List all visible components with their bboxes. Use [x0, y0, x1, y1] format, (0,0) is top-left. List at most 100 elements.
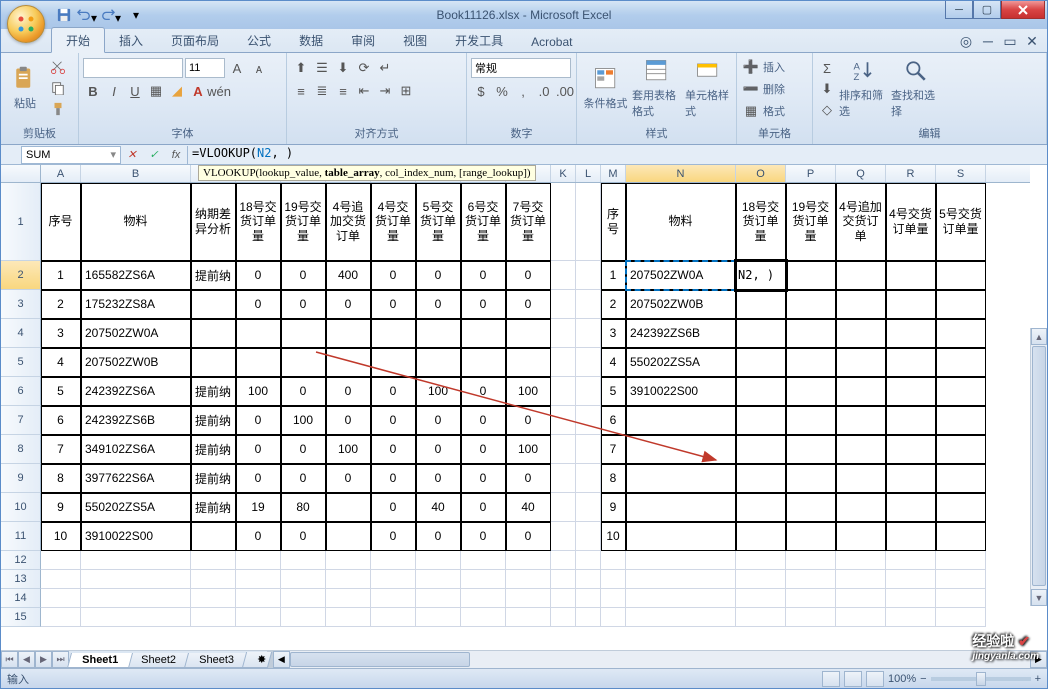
cell-I13[interactable] [461, 570, 506, 589]
cell-S12[interactable] [936, 551, 986, 570]
cell-A7[interactable]: 6 [41, 406, 81, 435]
cell-N13[interactable] [626, 570, 736, 589]
conditional-formatting-button[interactable]: 条件格式 [581, 55, 630, 121]
cell-S13[interactable] [936, 570, 986, 589]
cell-A3[interactable]: 2 [41, 290, 81, 319]
row-header-9[interactable]: 9 [1, 464, 41, 493]
save-button[interactable] [53, 4, 75, 26]
col-header-O[interactable]: O [736, 165, 786, 182]
sheet-tab-2[interactable]: Sheet2 [126, 653, 191, 668]
cell-I15[interactable] [461, 608, 506, 627]
cell-S14[interactable] [936, 589, 986, 608]
cell-E7[interactable]: 100 [281, 406, 326, 435]
scroll-left-button[interactable]: ◀ [273, 651, 290, 668]
cell-H1[interactable]: 5号交货订单量 [416, 183, 461, 261]
paste-button[interactable]: 粘贴 [5, 55, 45, 121]
cell-Q1[interactable]: 4号追加交货订单 [836, 183, 886, 261]
scroll-up-button[interactable]: ▲ [1031, 328, 1047, 345]
cell-N2[interactable]: 207502ZW0A [626, 261, 736, 290]
cell-O13[interactable] [736, 570, 786, 589]
cell-Q15[interactable] [836, 608, 886, 627]
cell-K1[interactable] [551, 183, 576, 261]
cell-D15[interactable] [236, 608, 281, 627]
cell-C8[interactable]: 提前纳 [191, 435, 236, 464]
cell-E8[interactable]: 0 [281, 435, 326, 464]
cell-C4[interactable] [191, 319, 236, 348]
delete-cells-button[interactable]: ➖删除 [741, 79, 785, 99]
col-header-P[interactable]: P [786, 165, 836, 182]
cell-C2[interactable]: 提前纳 [191, 261, 236, 290]
cell-P13[interactable] [786, 570, 836, 589]
font-color-button[interactable]: A [188, 81, 208, 101]
cell-I5[interactable] [461, 348, 506, 377]
find-select-button[interactable]: 查找和选择 [891, 55, 941, 121]
cell-J13[interactable] [506, 570, 551, 589]
tab-next-button[interactable]: ▶ [35, 651, 52, 668]
row-header-14[interactable]: 14 [1, 589, 41, 608]
cell-C12[interactable] [191, 551, 236, 570]
zoom-in-button[interactable]: + [1035, 673, 1041, 685]
ribbon-close-button[interactable]: ✕ [1023, 33, 1041, 49]
cell-I10[interactable]: 0 [461, 493, 506, 522]
cell-N14[interactable] [626, 589, 736, 608]
cell-H2[interactable]: 0 [416, 261, 461, 290]
cell-E9[interactable]: 0 [281, 464, 326, 493]
cell-P9[interactable] [786, 464, 836, 493]
cell-H9[interactable]: 0 [416, 464, 461, 493]
cell-D6[interactable]: 100 [236, 377, 281, 406]
cell-J10[interactable]: 40 [506, 493, 551, 522]
cell-K15[interactable] [551, 608, 576, 627]
currency-button[interactable]: $ [471, 81, 491, 101]
col-header-S[interactable]: S [936, 165, 986, 182]
tab-insert[interactable]: 插入 [105, 28, 157, 52]
font-name-combo[interactable] [83, 58, 183, 78]
cell-B10[interactable]: 550202ZS5A [81, 493, 191, 522]
cell-O9[interactable] [736, 464, 786, 493]
cell-Q11[interactable] [836, 522, 886, 551]
cell-O8[interactable] [736, 435, 786, 464]
cell-J5[interactable] [506, 348, 551, 377]
cell-D2[interactable]: 0 [236, 261, 281, 290]
cell-A10[interactable]: 9 [41, 493, 81, 522]
italic-button[interactable]: I [104, 81, 124, 101]
increase-decimal-button[interactable]: .0 [534, 81, 554, 101]
sort-filter-button[interactable]: AZ排序和筛选 [839, 55, 889, 121]
cell-I7[interactable]: 0 [461, 406, 506, 435]
cell-A2[interactable]: 1 [41, 261, 81, 290]
cell-B15[interactable] [81, 608, 191, 627]
shrink-font-button[interactable]: ᴀ [249, 58, 269, 78]
cell-N1[interactable]: 物料 [626, 183, 736, 261]
cell-I12[interactable] [461, 551, 506, 570]
cell-J11[interactable]: 0 [506, 522, 551, 551]
cell-N4[interactable]: 242392ZS6B [626, 319, 736, 348]
cell-I9[interactable]: 0 [461, 464, 506, 493]
cell-G12[interactable] [371, 551, 416, 570]
cell-R14[interactable] [886, 589, 936, 608]
format-cells-button[interactable]: ▦格式 [741, 101, 785, 121]
cell-M12[interactable] [601, 551, 626, 570]
maximize-button[interactable]: ▢ [973, 1, 1001, 19]
cell-R4[interactable] [886, 319, 936, 348]
orientation-button[interactable]: ⟳ [354, 58, 374, 78]
sheet-tab-3[interactable]: Sheet3 [184, 653, 249, 668]
cell-D12[interactable] [236, 551, 281, 570]
cell-A5[interactable]: 4 [41, 348, 81, 377]
row-header-5[interactable]: 5 [1, 348, 41, 377]
cell-J12[interactable] [506, 551, 551, 570]
vertical-scrollbar[interactable]: ▲ ▼ [1030, 328, 1047, 606]
cell-R10[interactable] [886, 493, 936, 522]
cell-E4[interactable] [281, 319, 326, 348]
zoom-thumb[interactable] [976, 672, 986, 686]
cell-O11[interactable] [736, 522, 786, 551]
select-all-corner[interactable] [1, 165, 41, 183]
cell-K11[interactable] [551, 522, 576, 551]
cell-P11[interactable] [786, 522, 836, 551]
cell-N12[interactable] [626, 551, 736, 570]
normal-view-button[interactable] [822, 671, 840, 687]
cell-M5[interactable]: 4 [601, 348, 626, 377]
new-sheet-button[interactable]: ✸ [242, 652, 272, 668]
qat-customize[interactable]: ▾ [125, 4, 147, 26]
cell-B3[interactable]: 175232ZS8A [81, 290, 191, 319]
cell-E15[interactable] [281, 608, 326, 627]
cell-J2[interactable]: 0 [506, 261, 551, 290]
